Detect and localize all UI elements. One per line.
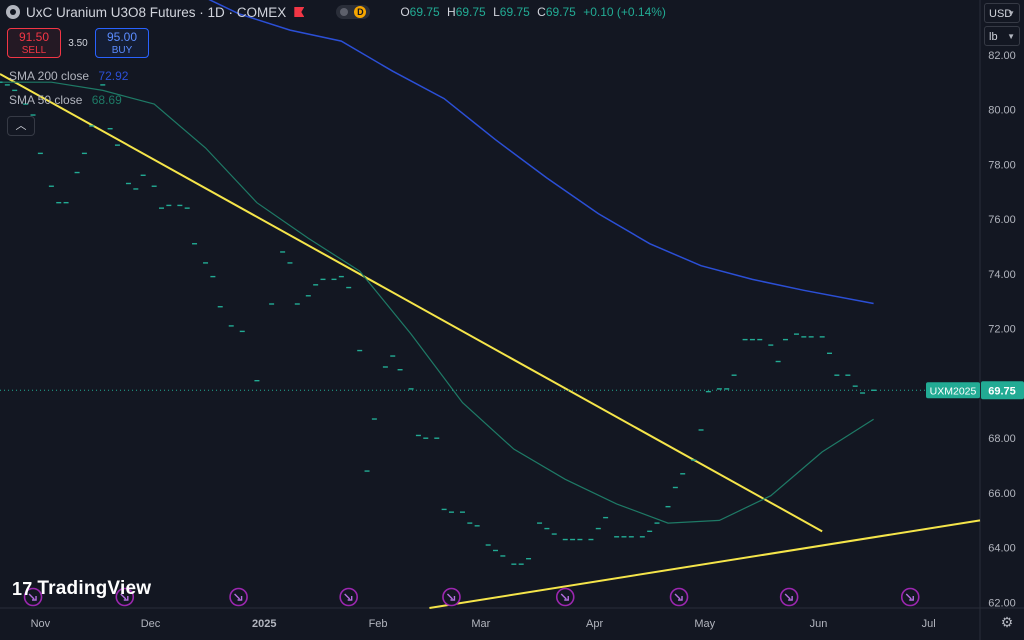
close-value: 69.75 (545, 5, 576, 19)
event-marker-ring (900, 587, 920, 607)
last-price-tag-label: 69.75 (988, 385, 1016, 397)
x-tick-label: Nov (31, 618, 51, 630)
price-chart[interactable]: UXM2025 62.00 64.00 66.00 68.00 72.00 74.00 76.… (0, 0, 1024, 640)
x-tick-label: Mar (471, 618, 490, 630)
indicator-sma50[interactable]: SMA 50 close 68.69 (9, 93, 122, 107)
x-tick-label: 2025 (252, 618, 276, 630)
high-label: H (447, 5, 456, 19)
x-tick-label: May (694, 618, 715, 630)
y-tick-label: 72.00 (988, 324, 1016, 336)
symbol-tag-label: UXM2025 (930, 385, 977, 397)
arrow-event-icon[interactable] (900, 587, 920, 607)
indicator-sma200-label: SMA 200 close (9, 69, 90, 83)
sma50-layer (0, 81, 874, 524)
market-status-pill[interactable]: D (336, 5, 371, 19)
sma50-line (0, 81, 874, 524)
y-tick-label: 80.00 (988, 105, 1016, 117)
x-tick-label: Dec (141, 618, 161, 630)
arrow-event-icon[interactable] (229, 587, 248, 607)
delayed-badge: D (354, 6, 367, 18)
y-tick-label: 76.00 (988, 214, 1016, 226)
trendline-1 (0, 73, 823, 533)
indicator-sma50-value: 68.69 (91, 93, 122, 107)
watermark-text: TradingView (37, 578, 152, 599)
grid-layer (0, 0, 1024, 640)
arrow-event-icon[interactable] (339, 587, 358, 607)
time-axis[interactable]: Nov Dec 2025 Feb Mar Apr May Jun Jul (31, 618, 936, 630)
indicator-sma200[interactable]: SMA 200 close 72.92 (9, 69, 128, 83)
arrow-event-icon[interactable] (442, 587, 461, 607)
tradingview-logo: 17 TradingView (12, 578, 151, 600)
sma200-line (208, 0, 874, 305)
close-label: C (537, 5, 546, 19)
sma200-layer (208, 0, 874, 305)
event-marker-ring (669, 587, 689, 607)
x-tick-label: Jul (922, 618, 936, 630)
symbol-title[interactable]: UxC Uranium U3O8 Futures · 1D · COMEX (26, 5, 286, 20)
event-marker-ring (339, 587, 358, 607)
buy-price: 95.00 (106, 30, 138, 44)
open-value: 69.75 (409, 5, 440, 19)
symbol-logo-icon (6, 5, 20, 19)
sell-button[interactable]: 91.50 SELL (7, 28, 61, 58)
sell-price: 91.50 (18, 30, 50, 44)
chart-header: UxC Uranium U3O8 Futures · 1D · COMEX D … (6, 3, 670, 21)
high-value: 69.75 (455, 5, 486, 19)
y-tick-label: 78.00 (988, 159, 1016, 171)
chevron-down-icon: ▼ (1007, 32, 1015, 41)
ohlc-values: O69.75 H69.75 L69.75 C69.75 +0.10 (+0.14… (400, 5, 670, 19)
x-tick-label: Apr (586, 618, 603, 630)
gear-icon[interactable]: ⚙ (998, 614, 1016, 632)
flag-icon[interactable] (294, 7, 305, 17)
unit-select[interactable]: lb ▼ (984, 26, 1020, 46)
indicator-sma50-label: SMA 50 close (9, 93, 83, 107)
event-marker-ring (555, 587, 575, 607)
currency-select[interactable]: USD ▼ (984, 3, 1020, 23)
chevron-down-icon: ▼ (1007, 9, 1015, 18)
arrow-event-icon[interactable] (669, 587, 689, 607)
low-value: 69.75 (499, 5, 530, 19)
indicator-sma200-value: 72.92 (98, 69, 129, 83)
y-tick-label: 74.00 (988, 269, 1016, 281)
price-bars-layer (0, 81, 877, 565)
market-closed-dot-icon (340, 8, 349, 16)
y-tick-label: 66.00 (988, 488, 1016, 500)
change-value: +0.10 (+0.14%) (583, 5, 666, 19)
x-tick-label: Jun (810, 618, 828, 630)
buy-button[interactable]: 95.00 BUY (95, 28, 149, 58)
arrow-event-icon[interactable] (555, 587, 575, 607)
price-axis[interactable]: UXM2025 62.00 64.00 66.00 68.00 72.00 74.00 76.… (926, 50, 1024, 610)
open-label: O (400, 5, 410, 19)
event-marker-ring (442, 587, 461, 607)
y-tick-label: 68.00 (988, 433, 1016, 445)
collapse-legend-button[interactable]: ︿ (7, 116, 35, 136)
low-label: L (493, 5, 500, 19)
tradingview-mark-icon: 17 (12, 578, 33, 599)
y-tick-label: 62.00 (988, 598, 1016, 610)
chevron-up-icon: ︿ (15, 120, 27, 132)
events-layer[interactable] (23, 587, 920, 607)
event-marker-ring (779, 587, 799, 607)
y-tick-label: 64.00 (988, 543, 1016, 555)
spread-value: 3.50 (68, 37, 88, 49)
trade-panel: 91.50 SELL 3.50 95.00 BUY (7, 28, 149, 58)
event-marker-ring (229, 587, 248, 607)
x-tick-label: Feb (369, 618, 388, 630)
buy-label: BUY (111, 45, 133, 56)
unit-value: lb (989, 31, 998, 43)
sell-label: SELL (21, 45, 47, 56)
trendline-layer[interactable] (0, 73, 981, 609)
arrow-event-icon[interactable] (779, 587, 799, 607)
y-tick-label: 82.00 (988, 50, 1016, 62)
